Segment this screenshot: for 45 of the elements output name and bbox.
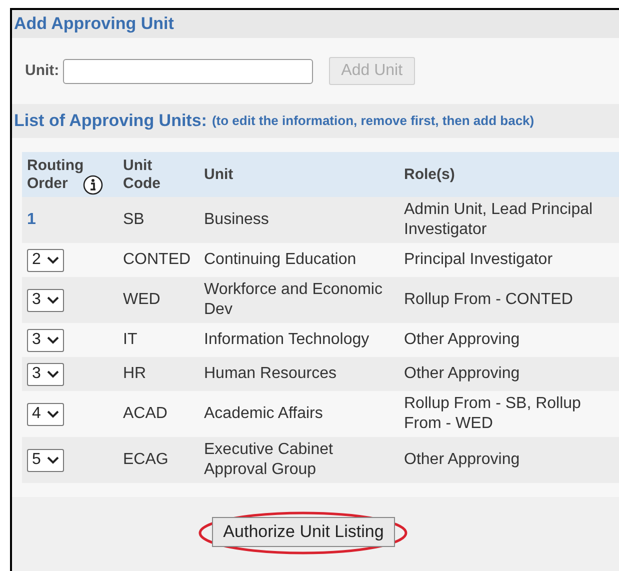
table-cell: Academic Affairs (204, 404, 323, 424)
routing-order-select[interactable]: 4 (27, 402, 64, 426)
table-cell: CONTED (123, 250, 191, 270)
table-cell-text: Workforce and Economic Dev (204, 280, 384, 320)
column-header: Routing Order (27, 156, 85, 192)
chevron-down-icon (46, 336, 59, 344)
table-cell: ACAD (123, 404, 168, 424)
list-note: (to edit the information, remove first, then add back) (212, 112, 534, 130)
chevron-down-icon (46, 370, 59, 378)
table-cell: Other Approving (404, 450, 520, 470)
table-cell: Continuing Education (204, 250, 356, 270)
table-cell: Rollup From - CONTED (404, 290, 573, 310)
table-cell: HR (123, 364, 146, 384)
routing-order-number: 1 (27, 210, 36, 230)
authorize-unit-listing-button[interactable]: Authorize Unit Listing (212, 517, 395, 547)
table-cell: Information Technology (204, 330, 370, 350)
table-cell-text: Rollup From - SB, Rollup From - WED (404, 394, 582, 434)
column-header: Unit (204, 166, 234, 184)
chevron-down-icon (46, 456, 59, 464)
chevron-down-icon (46, 410, 59, 418)
table-cell-text: Admin Unit, Lead Principal Investigator (404, 200, 594, 240)
table-cell: SB (123, 210, 144, 230)
routing-order-select[interactable]: 3 (27, 362, 64, 386)
unit-label: Unit: (25, 60, 60, 81)
section-title: Add Approving Unit (14, 13, 174, 36)
table-cell: Principal Investigator (404, 250, 553, 270)
table-cell: Human Resources (204, 364, 336, 384)
routing-order-select[interactable]: 5 (27, 448, 64, 472)
info-icon[interactable] (83, 174, 103, 194)
table-cell-text: Executive Cabinet Approval Group (204, 440, 334, 480)
table-cell: Other Approving (404, 364, 520, 384)
column-header: Unit Code (123, 156, 162, 192)
table-cell: IT (123, 330, 138, 350)
list-title: List of Approving Units: (14, 110, 207, 132)
chevron-down-icon (46, 256, 59, 264)
chevron-down-icon (46, 296, 59, 304)
table-cell: Business (204, 210, 269, 230)
routing-order-select[interactable]: 2 (27, 248, 64, 272)
table-cell: Other Approving (404, 330, 520, 350)
routing-order-select[interactable]: 3 (27, 328, 64, 352)
unit-input-field[interactable] (63, 58, 314, 84)
table-cell: WED (123, 290, 160, 310)
table-cell: ECAG (123, 450, 168, 470)
routing-order-select[interactable]: 3 (27, 288, 64, 312)
column-header: Role(s) (404, 166, 456, 184)
